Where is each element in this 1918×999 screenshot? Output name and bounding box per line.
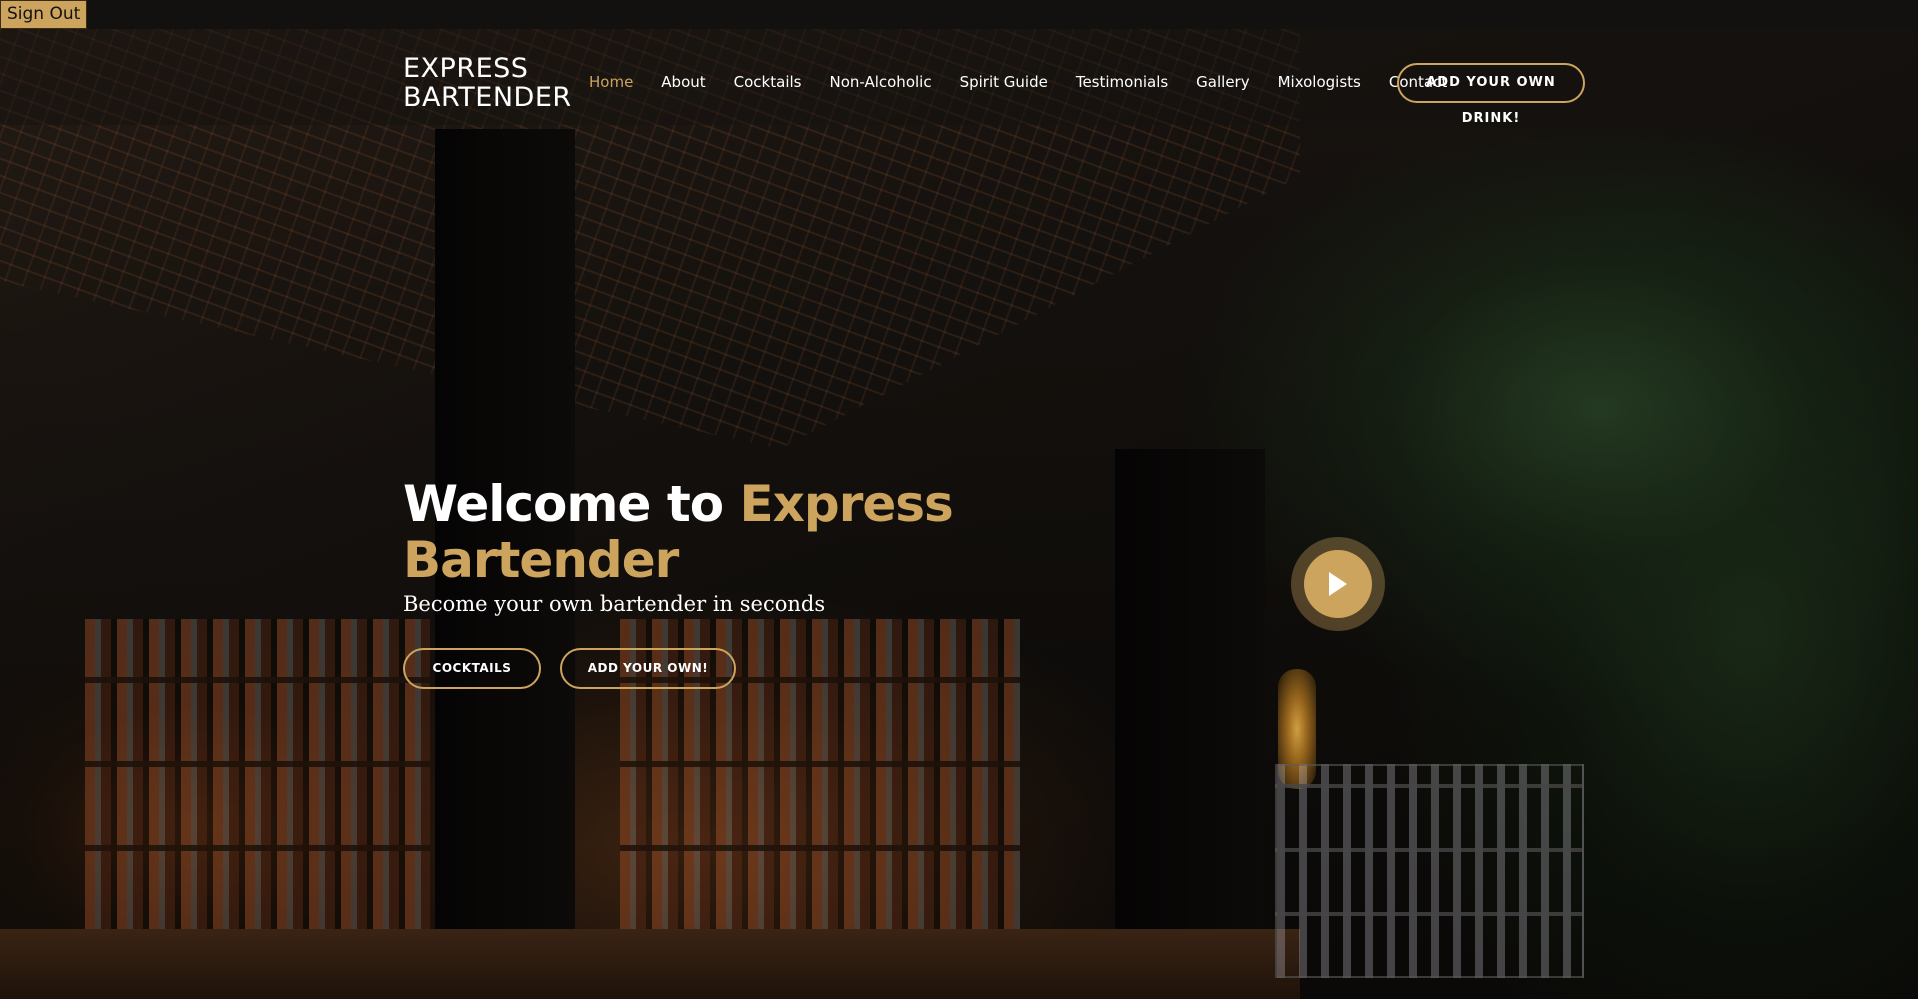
bar-shelf-right <box>1275 764 1584 978</box>
add-your-own-drink-button[interactable]: ADD YOUR OWN DRINK! <box>1397 63 1585 126</box>
nav-item-about[interactable]: About <box>661 73 705 91</box>
top-bar: Sign Out <box>0 0 1918 29</box>
hero-title-text: Welcome to <box>403 475 740 533</box>
nav-item-spirit-guide[interactable]: Spirit Guide <box>960 73 1048 91</box>
nav-item-cocktails[interactable]: Cocktails <box>734 73 802 91</box>
site-logo[interactable]: EXPRESS BARTENDER <box>403 54 572 112</box>
play-video-button[interactable] <box>1291 537 1385 631</box>
nav-item-gallery[interactable]: Gallery <box>1196 73 1249 91</box>
pillar-decoration <box>1115 449 1265 999</box>
bar-shelf-left <box>85 619 430 929</box>
cocktails-button[interactable]: COCKTAILS <box>403 648 541 689</box>
bar-counter <box>0 929 1300 999</box>
nav-item-non-alcoholic[interactable]: Non-Alcoholic <box>829 73 931 91</box>
hero-title: Welcome to Express Bartender <box>403 476 963 588</box>
play-icon <box>1329 572 1347 596</box>
logo-line-2: BARTENDER <box>403 82 572 113</box>
sign-out-button[interactable]: Sign Out <box>0 0 88 29</box>
add-your-own-button[interactable]: ADD YOUR OWN! <box>560 648 736 689</box>
main-nav: Home About Cocktails Non-Alcoholic Spiri… <box>589 73 1475 91</box>
hero-subtitle: Become your own bartender in seconds <box>403 592 826 616</box>
nav-item-home[interactable]: Home <box>589 73 633 91</box>
logo-line-1: EXPRESS <box>403 53 529 84</box>
play-button-circle <box>1304 550 1372 618</box>
nav-item-testimonials[interactable]: Testimonials <box>1076 73 1168 91</box>
nav-item-mixologists[interactable]: Mixologists <box>1278 73 1361 91</box>
